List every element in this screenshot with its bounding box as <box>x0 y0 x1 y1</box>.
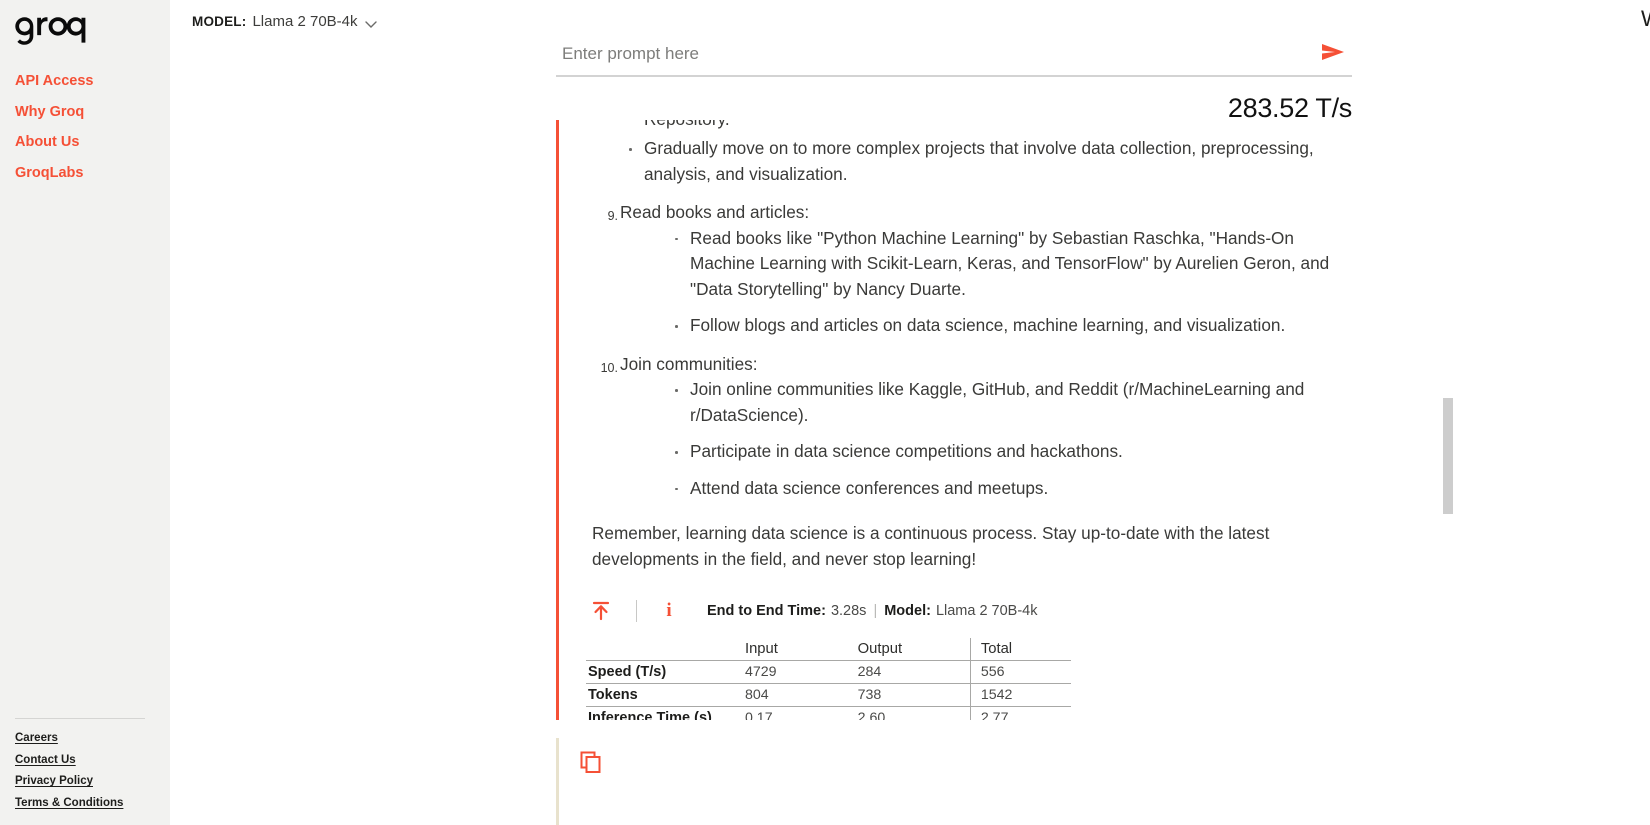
cell-input: 0.17 <box>744 710 773 720</box>
table-row: Speed (T/s) 4729 284 556 <box>586 660 1071 684</box>
list-item: Participate in data science competitions… <box>620 439 1356 465</box>
model-selector[interactable]: MODEL: Llama 2 70B-4k <box>192 13 378 30</box>
footer-divider <box>15 718 145 719</box>
footer-link-contact-us[interactable]: Contact Us <box>15 754 170 767</box>
list-item-title: Join communities: <box>620 353 758 374</box>
col-header-blank <box>586 638 745 661</box>
col-header-total: Total <box>969 638 1071 661</box>
list-item: 9. Read books and articles: Read books l… <box>574 200 1356 339</box>
table-row: Tokens 804 738 1542 <box>586 683 1071 707</box>
list-item: Follow blogs and articles on data scienc… <box>620 313 1356 339</box>
meta-model-label: Model: <box>884 603 931 619</box>
model-selector-label: MODEL: <box>192 14 247 29</box>
cell-total: 2.77 <box>969 706 1071 720</box>
cell-total: 1542 <box>969 683 1071 707</box>
footer-link-terms-conditions[interactable]: Terms & Conditions <box>15 797 170 810</box>
sidebar-item-groqlabs[interactable]: GroqLabs <box>15 165 170 181</box>
prompt-input[interactable] <box>556 43 1314 64</box>
groqchat-app: API Access Why Groq About Us GroqLabs Ca… <box>0 0 1650 825</box>
table-row: Inference Time (s) 0.17 2.60 2.77 <box>586 706 1071 720</box>
scroll-to-top-icon[interactable] <box>588 598 614 624</box>
list-item: Attend data science conferences and meet… <box>620 476 1356 502</box>
response-body: Gradually move on to more complex projec… <box>574 136 1356 572</box>
response-closing-paragraph: Remember, learning data science is a con… <box>592 523 1270 569</box>
sub-list: Read books like "Python Machine Learning… <box>620 226 1356 339</box>
cell-input: 4729 <box>744 664 777 680</box>
stats-table: Input Output Total Speed (T/s) 4729 284 … <box>586 638 1071 720</box>
send-button[interactable] <box>1314 42 1352 65</box>
list-item: Gradually move on to more complex projec… <box>574 136 1356 187</box>
sidebar-item-why-groq[interactable]: Why Groq <box>15 104 170 120</box>
response-panel: Repository. Gradually move on to more co… <box>556 120 1356 720</box>
cell-total: 556 <box>969 660 1071 684</box>
response-scrollbar-thumb[interactable] <box>1443 398 1453 514</box>
send-arrow-icon <box>1320 42 1346 65</box>
list-item-title: Read books and articles: <box>620 202 810 222</box>
cell-output: 2.60 <box>857 710 886 720</box>
response-bullets-continued: Gradually move on to more complex projec… <box>574 136 1356 187</box>
info-icon[interactable]: i <box>659 600 679 622</box>
col-header-output: Output <box>857 641 903 657</box>
clipped-right-text: W <box>1641 6 1650 32</box>
row-label: Tokens <box>588 687 638 703</box>
cell-output: 738 <box>857 687 882 703</box>
meta-model-value: Llama 2 70B-4k <box>935 603 1038 619</box>
response-numbered-list: 9. Read books and articles: Read books l… <box>574 200 1356 501</box>
col-header-input: Input <box>744 641 778 657</box>
e2e-time-label: End to End Time: <box>707 603 826 619</box>
meta-separator: | <box>873 603 878 619</box>
cell-output: 284 <box>857 664 882 680</box>
sidebar: API Access Why Groq About Us GroqLabs Ca… <box>0 0 170 825</box>
model-selector-value: Llama 2 70B-4k <box>252 13 358 30</box>
meta-divider <box>636 600 637 622</box>
e2e-time-value: 3.28s <box>830 603 867 619</box>
prompt-bar <box>556 42 1352 77</box>
sidebar-footer: Careers Contact Us Privacy Policy Terms … <box>0 718 170 825</box>
list-number: 9. <box>607 209 618 223</box>
footer-link-careers[interactable]: Careers <box>15 732 170 745</box>
chevron-down-icon <box>364 17 378 31</box>
clipped-response-line: Repository. <box>574 120 1356 134</box>
stats-table-body: Speed (T/s) 4729 284 556 Tokens 804 738 … <box>586 660 1071 720</box>
table-header-row: Input Output Total <box>586 638 1071 661</box>
stats-table-head: Input Output Total <box>586 638 1071 661</box>
row-label: Speed (T/s) <box>588 664 667 680</box>
cell-input: 804 <box>744 687 769 703</box>
list-item: Read books like "Python Machine Learning… <box>620 226 1356 303</box>
response-meta-row: i End to End Time: 3.28s | Model: Llama … <box>574 598 1356 624</box>
list-number: 10. <box>600 360 618 375</box>
list-item: Join online communities like Kaggle, Git… <box>620 377 1356 428</box>
sidebar-nav: API Access Why Groq About Us GroqLabs <box>0 74 170 180</box>
next-message-block <box>556 738 1356 825</box>
footer-link-privacy-policy[interactable]: Privacy Policy <box>15 775 170 788</box>
row-label: Inference Time (s) <box>588 710 712 720</box>
list-item: 10. Join communities: Join online commun… <box>574 352 1356 502</box>
sub-list: Join online communities like Kaggle, Git… <box>620 377 1356 501</box>
groq-logo[interactable] <box>0 0 170 48</box>
meta-stats-text: End to End Time: 3.28s | Model: Llama 2 … <box>707 603 1038 619</box>
sidebar-item-about-us[interactable]: About Us <box>15 135 170 150</box>
sidebar-item-api-access[interactable]: API Access <box>15 74 170 89</box>
copy-icon[interactable] <box>579 750 605 776</box>
